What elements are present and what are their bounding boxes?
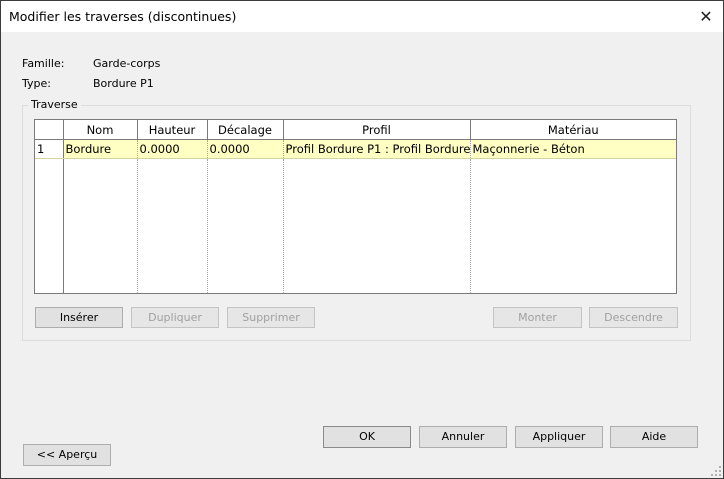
delete-button[interactable]: Supprimer bbox=[227, 307, 315, 328]
empty-cell bbox=[207, 158, 284, 293]
empty-row bbox=[35, 158, 676, 294]
apply-button[interactable]: Appliquer bbox=[515, 426, 603, 448]
family-label: Famille: bbox=[22, 57, 65, 70]
help-button[interactable]: Aide bbox=[610, 426, 698, 448]
close-icon[interactable]: ✕ bbox=[689, 1, 723, 32]
cell-hauteur[interactable]: 0.0000 bbox=[137, 139, 208, 159]
move-up-button[interactable]: Monter bbox=[493, 307, 582, 328]
resize-grip-icon[interactable] bbox=[711, 466, 721, 476]
column-header[interactable]: Profil bbox=[283, 120, 471, 140]
column-header[interactable]: Décalage bbox=[207, 120, 284, 140]
row-header-empty bbox=[35, 158, 64, 293]
empty-cell bbox=[470, 159, 676, 294]
cell-decalage[interactable]: 0.0000 bbox=[207, 139, 284, 159]
cancel-button[interactable]: Annuler bbox=[419, 426, 507, 448]
ok-button[interactable]: OK bbox=[323, 426, 411, 448]
empty-cell bbox=[63, 158, 138, 293]
column-header[interactable]: Matériau bbox=[470, 120, 676, 140]
family-value: Garde-corps bbox=[93, 57, 161, 70]
title-bar: Modifier les traverses (discontinues) ✕ bbox=[1, 1, 723, 32]
insert-button[interactable]: Insérer bbox=[35, 307, 123, 328]
empty-cell bbox=[137, 158, 208, 293]
type-label: Type: bbox=[22, 77, 51, 90]
table-corner[interactable] bbox=[35, 120, 64, 140]
cell-nom[interactable]: Bordure bbox=[63, 139, 138, 159]
type-value: Bordure P1 bbox=[93, 77, 154, 90]
column-header[interactable]: Nom bbox=[63, 120, 138, 140]
cell-materiau[interactable]: Maçonnerie - Béton bbox=[470, 139, 676, 159]
preview-button[interactable]: << Aperçu bbox=[23, 444, 111, 466]
duplicate-button[interactable]: Dupliquer bbox=[131, 307, 219, 328]
table-row[interactable]: 1 Bordure 0.0000 0.0000 Profil Bordure P… bbox=[35, 139, 676, 159]
traverse-table[interactable]: Nom Hauteur Décalage Profil Matériau 1 B… bbox=[34, 119, 677, 294]
cell-profil[interactable]: Profil Bordure P1 : Profil Bordure P bbox=[283, 139, 471, 159]
dialog-window: Modifier les traverses (discontinues) ✕ … bbox=[0, 0, 724, 479]
empty-cell bbox=[283, 158, 471, 293]
window-title: Modifier les traverses (discontinues) bbox=[9, 9, 237, 24]
column-header[interactable]: Hauteur bbox=[137, 120, 208, 140]
group-title: Traverse bbox=[28, 98, 81, 111]
row-number[interactable]: 1 bbox=[35, 139, 64, 159]
move-down-button[interactable]: Descendre bbox=[589, 307, 678, 328]
